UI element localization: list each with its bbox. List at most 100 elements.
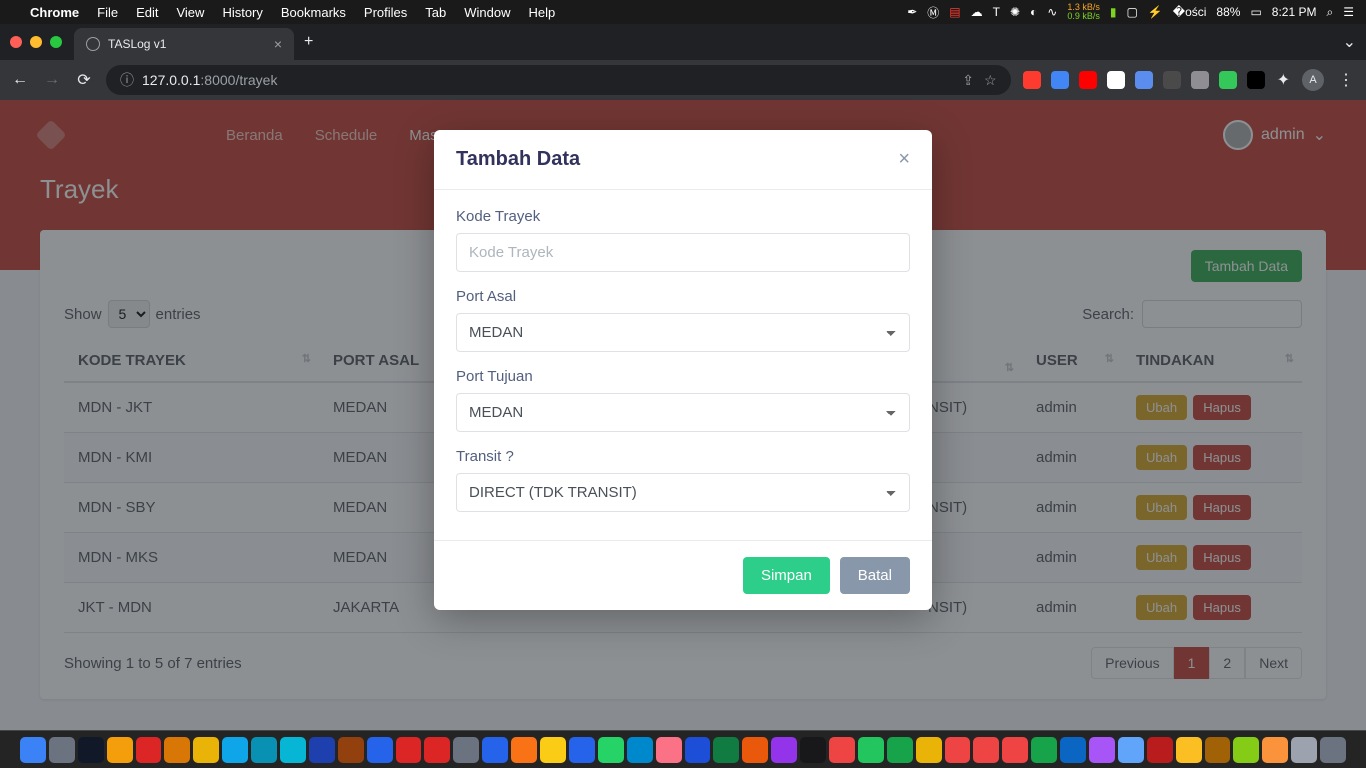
power-icon[interactable]: ⚡ (1148, 5, 1163, 19)
extension-icon[interactable] (1107, 71, 1125, 89)
dock-app-icon[interactable] (540, 737, 566, 763)
cancel-button[interactable]: Batal (840, 557, 910, 594)
dock-app-icon[interactable] (1320, 737, 1346, 763)
dock-app-icon[interactable] (309, 737, 335, 763)
menu-history[interactable]: History (222, 5, 262, 20)
dock-app-icon[interactable] (193, 737, 219, 763)
dock-app-icon[interactable] (945, 737, 971, 763)
chrome-menu-icon[interactable]: ⋮ (1336, 70, 1356, 90)
status-icon[interactable]: ∿ (1047, 5, 1057, 19)
dock-app-icon[interactable] (973, 737, 999, 763)
dock-app-icon[interactable] (396, 737, 422, 763)
dock-app-icon[interactable] (916, 737, 942, 763)
wifi-icon[interactable]: �ości (1173, 5, 1207, 19)
extension-icon[interactable] (1051, 71, 1069, 89)
dock-app-icon[interactable] (164, 737, 190, 763)
dock-app-icon[interactable] (20, 737, 46, 763)
browser-tab[interactable]: TASLog v1 × (74, 28, 294, 60)
dock-app-icon[interactable] (1147, 737, 1173, 763)
dock-app-icon[interactable] (49, 737, 75, 763)
forward-button[interactable]: → (42, 71, 62, 89)
dock-app-icon[interactable] (1205, 737, 1231, 763)
dock-app-icon[interactable] (251, 737, 277, 763)
control-center-icon[interactable]: ☰ (1343, 5, 1354, 19)
reload-button[interactable]: ⟳ (74, 70, 94, 90)
dock-app-icon[interactable] (598, 737, 624, 763)
dock-app-icon[interactable] (1002, 737, 1028, 763)
extension-icon[interactable] (1023, 71, 1041, 89)
status-icon[interactable]: ▤ (949, 5, 960, 19)
status-icon[interactable]: Ⓜ (927, 4, 939, 21)
dock-app-icon[interactable] (627, 737, 653, 763)
menu-edit[interactable]: Edit (136, 5, 158, 20)
menu-profiles[interactable]: Profiles (364, 5, 407, 20)
profile-avatar[interactable]: A (1302, 69, 1324, 91)
dock-app-icon[interactable] (280, 737, 306, 763)
input-kode-trayek[interactable] (456, 233, 910, 272)
modal-overlay[interactable]: Tambah Data × Kode Trayek Port Asal MEDA… (0, 100, 1366, 730)
dock-app-icon[interactable] (367, 737, 393, 763)
dock-app-icon[interactable] (771, 737, 797, 763)
spotlight-icon[interactable]: ⌕ (1327, 5, 1334, 20)
minimize-window-button[interactable] (30, 36, 42, 48)
dock-app-icon[interactable] (511, 737, 537, 763)
menu-bookmarks[interactable]: Bookmarks (281, 5, 346, 20)
dock-app-icon[interactable] (1089, 737, 1115, 763)
dock-app-icon[interactable] (1031, 737, 1057, 763)
menu-file[interactable]: File (97, 5, 118, 20)
site-info-icon[interactable]: ⓘ (120, 70, 134, 90)
select-port-tujuan[interactable]: MEDAN (456, 393, 910, 432)
tab-overflow-icon[interactable]: ⌄ (1343, 32, 1356, 52)
maximize-window-button[interactable] (50, 36, 62, 48)
status-icon[interactable]: ✒ (907, 5, 917, 19)
status-icon[interactable]: T (993, 5, 1000, 19)
dock-app-icon[interactable] (569, 737, 595, 763)
extension-icon[interactable] (1163, 71, 1181, 89)
menu-view[interactable]: View (176, 5, 204, 20)
dock-app-icon[interactable] (742, 737, 768, 763)
dock-app-icon[interactable] (136, 737, 162, 763)
back-button[interactable]: ← (10, 71, 30, 89)
dock-app-icon[interactable] (453, 737, 479, 763)
menu-tab[interactable]: Tab (425, 5, 446, 20)
dock-app-icon[interactable] (1233, 737, 1259, 763)
extension-icon[interactable] (1135, 71, 1153, 89)
save-button[interactable]: Simpan (743, 557, 830, 594)
dock-app-icon[interactable] (222, 737, 248, 763)
address-bar[interactable]: ⓘ 127.0.0.1:8000/trayek ⇪ ☆ (106, 65, 1011, 95)
select-port-asal[interactable]: MEDAN (456, 313, 910, 352)
battery-saver-icon[interactable]: ▮ (1110, 5, 1117, 19)
new-tab-button[interactable]: + (304, 33, 313, 51)
dock-app-icon[interactable] (829, 737, 855, 763)
dock-app-icon[interactable] (685, 737, 711, 763)
dock-app-icon[interactable] (713, 737, 739, 763)
modal-close-icon[interactable]: × (898, 148, 910, 171)
dock-app-icon[interactable] (858, 737, 884, 763)
share-icon[interactable]: ⇪ (962, 72, 974, 89)
dock-app-icon[interactable] (887, 737, 913, 763)
dock-app-icon[interactable] (1176, 737, 1202, 763)
extension-icon[interactable] (1247, 71, 1265, 89)
menubar-app[interactable]: Chrome (30, 5, 79, 20)
dock-app-icon[interactable] (1262, 737, 1288, 763)
status-icon[interactable]: ◐ (1030, 5, 1037, 19)
bookmark-icon[interactable]: ☆ (984, 72, 997, 89)
select-transit[interactable]: DIRECT (TDK TRANSIT) (456, 473, 910, 512)
display-icon[interactable]: ▢ (1126, 5, 1137, 19)
dock-app-icon[interactable] (1291, 737, 1317, 763)
dock-app-icon[interactable] (107, 737, 133, 763)
status-icon[interactable]: ☁ (971, 5, 983, 19)
extension-icon[interactable] (1191, 71, 1209, 89)
dock-app-icon[interactable] (78, 737, 104, 763)
dock-app-icon[interactable] (482, 737, 508, 763)
battery-icon[interactable]: ▭ (1250, 5, 1261, 19)
dock-app-icon[interactable] (1118, 737, 1144, 763)
extension-icon[interactable] (1079, 71, 1097, 89)
dock-app-icon[interactable] (424, 737, 450, 763)
extension-icon[interactable] (1219, 71, 1237, 89)
dock-app-icon[interactable] (800, 737, 826, 763)
menu-help[interactable]: Help (529, 5, 556, 20)
dock-app-icon[interactable] (1060, 737, 1086, 763)
close-tab-icon[interactable]: × (274, 36, 282, 52)
dock-app-icon[interactable] (338, 737, 364, 763)
